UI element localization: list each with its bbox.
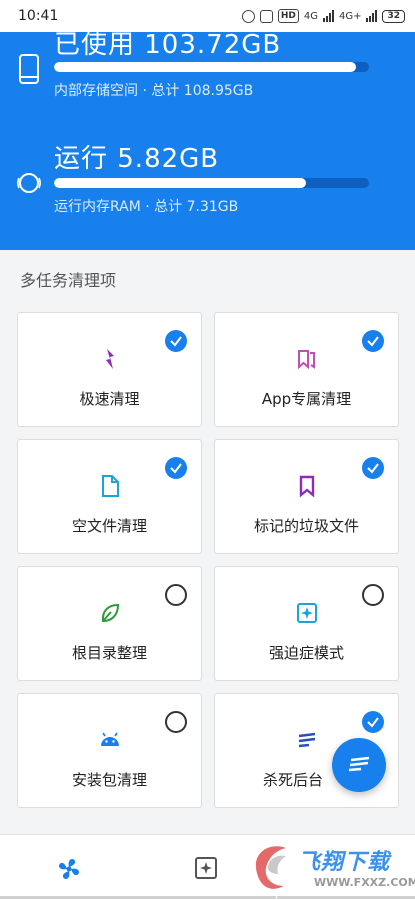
checkbox-checked[interactable] — [165, 330, 187, 352]
phone-icon — [19, 54, 39, 84]
rotation-lock-icon — [259, 9, 273, 23]
clean-fab-button[interactable] — [332, 738, 386, 792]
file-icon — [101, 475, 119, 497]
memory-running-title: 运行 5.82GB — [54, 144, 220, 174]
card-label: 根目录整理 — [71, 644, 147, 662]
nav-underline — [0, 896, 138, 899]
section-title: 多任务清理项 — [20, 271, 117, 290]
checkbox-checked[interactable] — [165, 457, 187, 479]
card-label: App专属清理 — [261, 390, 352, 408]
storage-header: 已使用 103.72GB 内部存储空间 · 总计 108.95GB 运行 5.8… — [0, 30, 415, 250]
watermark-logo-icon — [255, 846, 286, 889]
card-apk-clean[interactable]: 安装包清理 — [17, 693, 202, 808]
status-icons: HD 4G 4G+ 32 — [241, 9, 405, 23]
card-root-organize[interactable]: 根目录整理 — [17, 566, 202, 681]
sparkle-icon — [296, 603, 317, 623]
storage-used-title: 已使用 103.72GB — [54, 30, 282, 60]
memory-progress-fill — [54, 178, 306, 188]
memory-progress-bar — [54, 178, 369, 188]
ram-icon — [17, 173, 41, 193]
card-label: 空文件清理 — [71, 517, 147, 535]
storage-progress-fill — [54, 62, 357, 72]
card-label: 极速清理 — [79, 390, 140, 408]
fan-icon — [59, 859, 79, 879]
memory-row[interactable]: 运行 5.82GB 运行内存RAM · 总计 7.31GB — [0, 132, 415, 232]
signal-icon-1 — [322, 10, 334, 22]
watermark-text: 飞翔下载 — [298, 850, 391, 875]
card-ocd-mode[interactable]: 强迫症模式 — [214, 566, 399, 681]
network-type-1: 4G — [303, 10, 318, 22]
watermark: 飞翔下载 WWW.FXXZ.COM — [248, 836, 415, 900]
bookmark-icon — [299, 475, 314, 498]
card-empty-files[interactable]: 空文件清理 — [17, 439, 202, 554]
alarm-icon — [241, 9, 255, 23]
leaf-icon — [101, 603, 119, 623]
memory-subtitle: 运行内存RAM · 总计 7.31GB — [54, 199, 239, 215]
checkbox-checked[interactable] — [362, 711, 384, 733]
status-time: 10:41 — [18, 8, 59, 24]
checkbox-checked[interactable] — [362, 330, 384, 352]
app-pages-icon — [297, 350, 315, 370]
network-type-2: 4G+ — [338, 10, 362, 22]
lines-icon — [298, 732, 315, 748]
card-speed-clean[interactable]: 极速清理 — [17, 312, 202, 427]
checkbox-unchecked[interactable] — [165, 711, 187, 733]
signal-icon-2 — [366, 10, 378, 22]
card-app-clean[interactable]: App专属清理 — [214, 312, 399, 427]
battery-indicator: 32 — [382, 9, 405, 23]
lightning-icon — [105, 349, 114, 369]
android-icon — [100, 732, 119, 746]
sparkle-box-icon — [195, 857, 217, 879]
card-label: 强迫症模式 — [268, 644, 344, 662]
checkbox-unchecked[interactable] — [165, 584, 187, 606]
storage-progress-bar — [54, 62, 369, 72]
card-label: 标记的垃圾文件 — [253, 517, 359, 535]
clean-lines-icon — [348, 756, 370, 772]
card-marked-junk[interactable]: 标记的垃圾文件 — [214, 439, 399, 554]
watermark-url: WWW.FXXZ.COM — [314, 876, 415, 889]
checkbox-checked[interactable] — [362, 457, 384, 479]
storage-subtitle: 内部存储空间 · 总计 108.95GB — [54, 83, 254, 99]
nav-clean[interactable] — [0, 835, 138, 900]
hd-badge: HD — [277, 9, 299, 23]
storage-row[interactable]: 已使用 103.72GB 内部存储空间 · 总计 108.95GB — [0, 30, 415, 132]
card-label: 安装包清理 — [71, 771, 147, 789]
checkbox-unchecked[interactable] — [362, 584, 384, 606]
